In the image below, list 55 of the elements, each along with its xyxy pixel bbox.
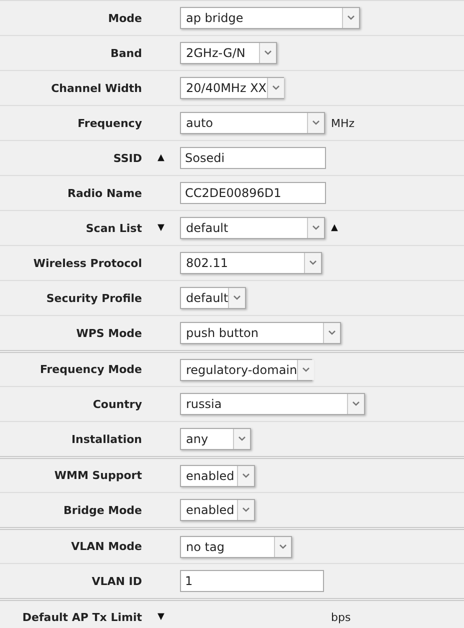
dropdown-caret-icon[interactable]	[307, 218, 324, 238]
dropdown[interactable]: default	[180, 217, 325, 239]
text-field[interactable]: 1	[180, 570, 324, 592]
unit-label: MHz	[331, 116, 355, 130]
dropdown[interactable]: russia	[180, 393, 365, 415]
field-label: Mode	[107, 12, 142, 24]
dropdown[interactable]: push button	[180, 322, 341, 344]
field-label: VLAN Mode	[70, 540, 142, 553]
field-label: Wireless Protocol	[32, 256, 142, 270]
dropdown[interactable]: default	[180, 287, 246, 309]
dropdown-caret-icon[interactable]	[274, 536, 291, 556]
dropdown-caret-icon[interactable]	[228, 288, 246, 308]
field-label: Installation	[70, 432, 142, 446]
toggle-arrow[interactable]: ▲	[331, 224, 338, 232]
dropdown-caret-icon[interactable]	[297, 360, 314, 380]
field-label: Frequency	[76, 116, 142, 130]
field-label: SSID	[112, 152, 142, 164]
dropdown-caret-icon[interactable]	[237, 500, 254, 520]
toggle-arrow[interactable]: ▲	[158, 154, 164, 162]
dropdown-caret-icon[interactable]	[233, 429, 250, 449]
dropdown[interactable]: regulatory-domain	[180, 358, 312, 380]
dropdown[interactable]: enabled	[180, 464, 255, 486]
dropdown-caret-icon[interactable]	[237, 466, 254, 486]
dropdown-caret-icon[interactable]	[323, 323, 340, 343]
dropdown-caret-icon[interactable]	[347, 394, 364, 414]
dropdown[interactable]: auto	[180, 112, 325, 134]
field-label: Band	[109, 46, 142, 60]
field-label: Scan List	[84, 222, 142, 234]
field-label: WPS Mode	[75, 326, 142, 340]
unit-label: bps	[331, 611, 351, 624]
field-label: Radio Name	[66, 186, 142, 200]
text-field[interactable]: Sosedi	[180, 147, 326, 169]
dropdown-caret-icon[interactable]	[307, 113, 324, 133]
field-label: Channel Width	[50, 82, 142, 94]
dropdown-caret-icon[interactable]	[342, 8, 359, 28]
dropdown-caret-icon[interactable]	[304, 253, 321, 273]
dropdown[interactable]: enabled	[180, 499, 255, 521]
field-label: Default AP Tx Limit	[21, 611, 142, 624]
dropdown[interactable]: 20/40MHz XX	[180, 77, 284, 99]
dropdown[interactable]: 2GHz-G/N	[180, 42, 277, 64]
field-label: Security Profile	[45, 292, 142, 304]
text-field[interactable]: CC2DE00896D1	[180, 182, 326, 204]
toggle-arrow[interactable]: ▼	[158, 613, 164, 622]
dropdown[interactable]: ap bridge	[180, 7, 360, 29]
dropdown[interactable]: any	[180, 428, 251, 450]
dropdown[interactable]: 802.11	[180, 252, 322, 274]
toggle-arrow[interactable]: ▼	[158, 224, 164, 232]
dropdown-caret-icon[interactable]	[259, 43, 276, 63]
field-label: Bridge Mode	[62, 504, 142, 516]
field-label: VLAN ID	[90, 574, 142, 588]
dropdown-caret-icon[interactable]	[266, 78, 284, 98]
field-label: WMM Support	[53, 469, 142, 482]
dropdown[interactable]: no tag	[180, 536, 292, 558]
field-label: Country	[92, 398, 142, 410]
field-label: Frequency Mode	[38, 363, 142, 376]
